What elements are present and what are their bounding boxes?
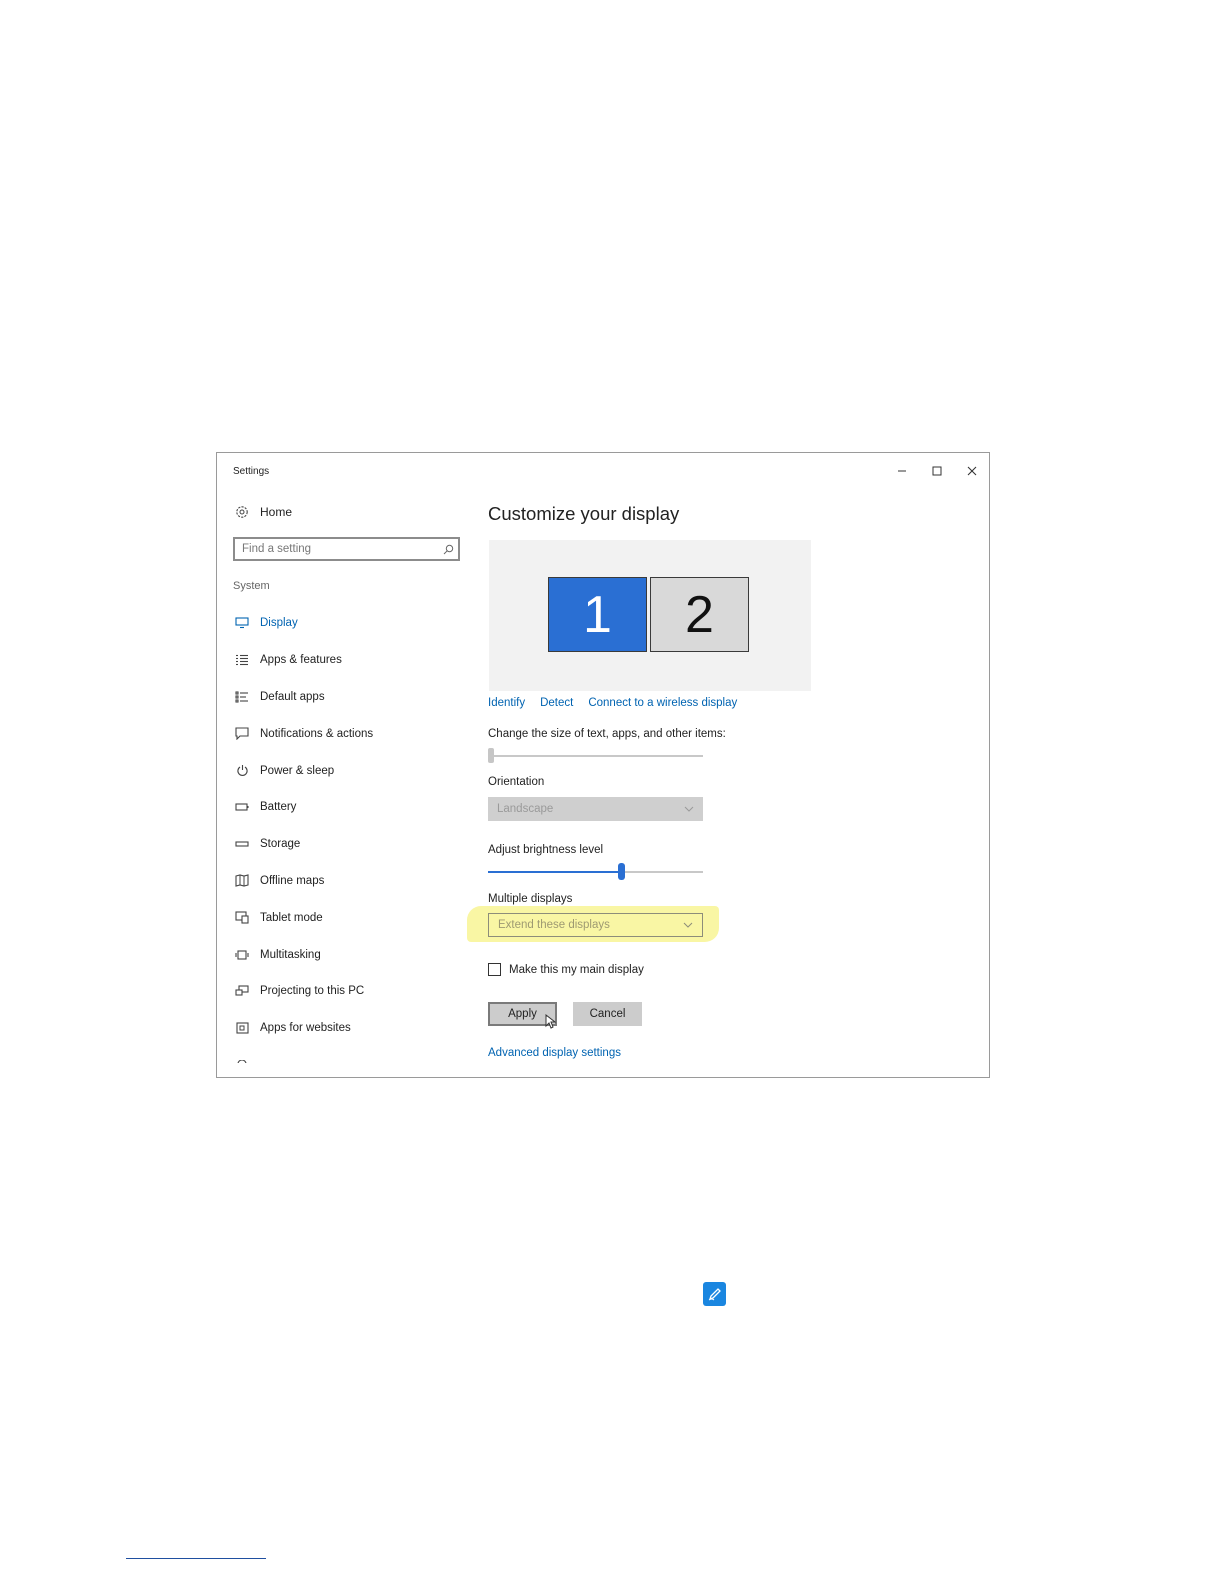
home-nav-item[interactable]: Home	[235, 505, 292, 519]
brightness-slider-thumb[interactable]	[617, 863, 625, 880]
section-label-system: System	[233, 580, 270, 592]
home-label: Home	[260, 505, 293, 519]
scale-slider-track[interactable]	[488, 755, 703, 757]
sidebar-nav: Display Apps & features Default apps Not…	[217, 605, 467, 1047]
advanced-display-settings-link[interactable]: Advanced display settings	[488, 1047, 621, 1059]
scale-slider-thumb[interactable]	[488, 748, 494, 763]
sidebar-item-apps-features[interactable]: Apps & features	[217, 642, 467, 679]
battery-icon	[235, 800, 249, 814]
orientation-value: Landscape	[497, 803, 554, 815]
display-links: Identify Detect Connect to a wireless di…	[488, 697, 737, 709]
power-icon	[235, 764, 249, 778]
list-icon	[235, 653, 249, 667]
brightness-slider-track[interactable]	[488, 871, 703, 873]
sidebar-item-multitasking[interactable]: Multitasking	[217, 936, 467, 973]
sidebar-item-power-sleep[interactable]: Power & sleep	[217, 752, 467, 789]
display-arrangement: 1 2	[489, 540, 811, 691]
map-icon	[235, 874, 249, 888]
default-apps-icon	[235, 690, 249, 704]
sidebar-item-default-apps[interactable]: Default apps	[217, 679, 467, 716]
main-display-checkbox[interactable]	[488, 963, 501, 976]
multiple-displays-label: Multiple displays	[488, 893, 573, 905]
search-input[interactable]	[235, 542, 438, 556]
multiple-displays-value: Extend these displays	[498, 919, 610, 931]
chevron-down-icon	[684, 806, 694, 812]
sidebar-item-tablet-mode[interactable]: Tablet mode	[217, 899, 467, 936]
monitor-1-number: 1	[583, 585, 612, 644]
wireless-display-link[interactable]: Connect to a wireless display	[588, 697, 737, 709]
sidebar-item-battery[interactable]: Battery	[217, 789, 467, 826]
mouse-cursor-icon	[545, 1014, 556, 1029]
brightness-slider-fill	[488, 871, 622, 873]
sidebar-item-label: Offline maps	[260, 874, 325, 887]
sidebar-item-label: Apps for websites	[260, 1022, 351, 1035]
sidebar-item-label: Battery	[260, 801, 297, 814]
sidebar: Home System Display Apps & features Defa…	[217, 453, 467, 1077]
main-content: Customize your display 1 2 Identify Dete…	[467, 453, 989, 1077]
multiple-displays-select[interactable]: Extend these displays	[488, 913, 703, 937]
sidebar-item-offline-maps[interactable]: Offline maps	[217, 863, 467, 900]
sidebar-item-label: Projecting to this PC	[260, 985, 365, 998]
monitor-1[interactable]: 1	[548, 577, 647, 652]
multitasking-icon	[235, 948, 249, 962]
gear-icon	[236, 506, 248, 518]
settings-window: Settings Home System Display	[216, 452, 990, 1078]
tablet-mode-icon	[235, 911, 249, 925]
scale-label: Change the size of text, apps, and other…	[488, 728, 726, 740]
storage-icon	[235, 837, 249, 851]
footnote-separator	[126, 1558, 266, 1559]
page-title: Customize your display	[488, 503, 680, 524]
brightness-label: Adjust brightness level	[488, 844, 604, 856]
main-display-option[interactable]: Make this my main display	[488, 963, 644, 976]
sidebar-item-label: Storage	[260, 838, 301, 851]
sidebar-item-notifications[interactable]: Notifications & actions	[217, 715, 467, 752]
search-icon[interactable]	[438, 544, 458, 555]
monitor-2-number: 2	[685, 585, 714, 644]
sidebar-item-label: Power & sleep	[260, 764, 335, 777]
sidebar-item-label: Tablet mode	[260, 911, 323, 924]
sidebar-item-label: Apps & features	[260, 654, 342, 667]
sidebar-item-label: Notifications & actions	[260, 727, 374, 740]
sidebar-item-label: Default apps	[260, 690, 325, 703]
monitor-2[interactable]: 2	[650, 577, 749, 652]
orientation-label: Orientation	[488, 776, 545, 788]
chevron-down-icon	[683, 922, 693, 928]
sidebar-item-display[interactable]: Display	[217, 605, 467, 642]
sidebar-item-label: Multitasking	[260, 948, 321, 961]
sidebar-item-storage[interactable]: Storage	[217, 826, 467, 863]
sidebar-item-projecting[interactable]: Projecting to this PC	[217, 973, 467, 1010]
projecting-icon	[235, 984, 249, 998]
apps-for-websites-icon	[235, 1021, 249, 1035]
detect-link[interactable]: Detect	[540, 697, 573, 709]
sidebar-item-partial-icon	[237, 1057, 247, 1063]
pen-icon	[703, 1282, 726, 1306]
notification-icon	[235, 727, 249, 741]
cancel-button[interactable]: Cancel	[573, 1002, 642, 1026]
search-box[interactable]	[233, 537, 460, 561]
orientation-select[interactable]: Landscape	[488, 797, 703, 821]
main-display-label: Make this my main display	[509, 963, 644, 976]
identify-link[interactable]: Identify	[488, 697, 525, 709]
sidebar-item-apps-for-websites[interactable]: Apps for websites	[217, 1010, 467, 1047]
monitor-icon	[235, 616, 249, 630]
sidebar-item-label: Display	[260, 617, 298, 630]
